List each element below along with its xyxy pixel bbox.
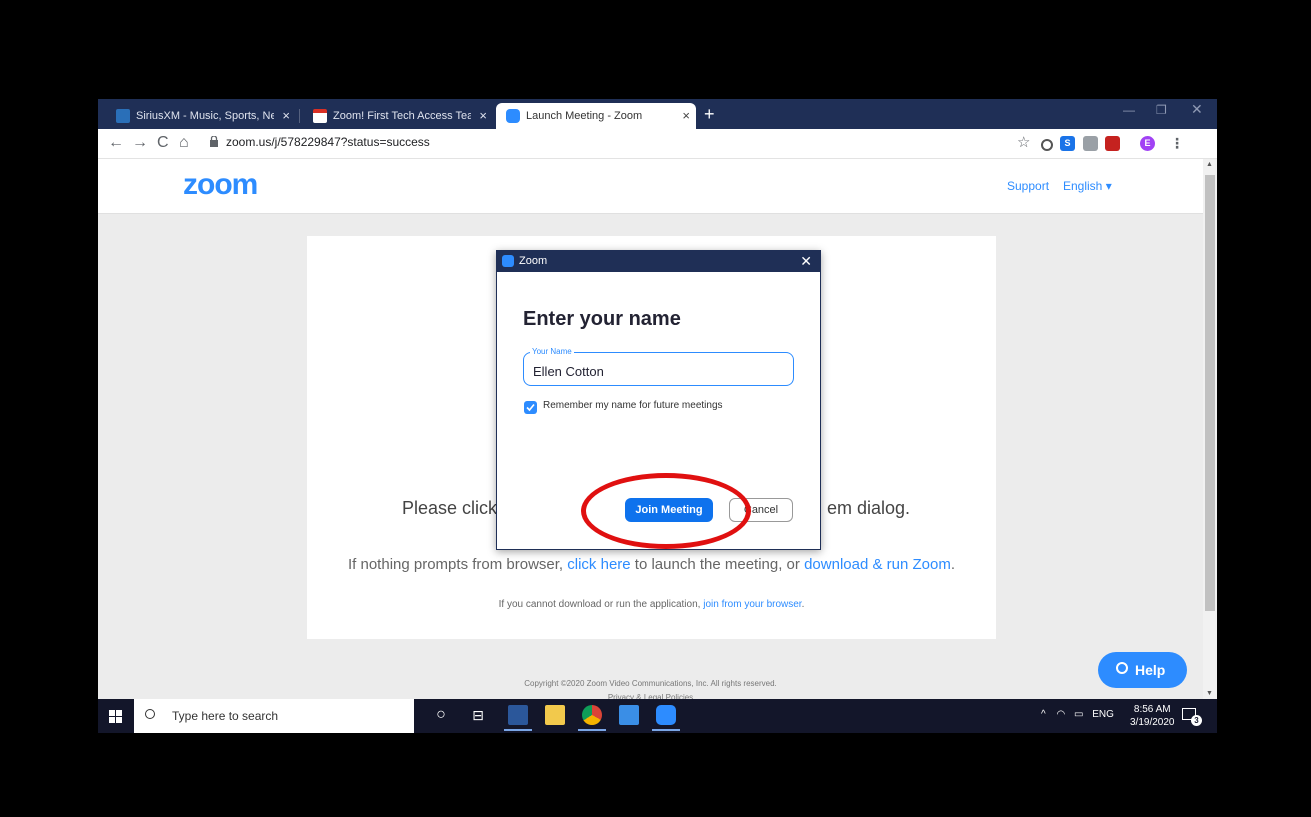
windows-taskbar: Type here to search ○ ⊟ ^ ◠ ▭ ENG 8:56 A… bbox=[98, 699, 1217, 733]
scroll-up-icon[interactable]: ▲ bbox=[1206, 161, 1213, 168]
language-indicator[interactable]: ENG bbox=[1092, 709, 1114, 720]
click-here-link[interactable]: click here bbox=[567, 556, 630, 573]
support-link[interactable]: Support bbox=[1007, 179, 1049, 193]
siriusxm-favicon-icon bbox=[116, 109, 130, 123]
zoom-favicon-icon bbox=[506, 109, 520, 123]
profile-avatar[interactable]: E bbox=[1140, 136, 1155, 151]
remember-name-label: Remember my name for future meetings bbox=[543, 400, 723, 411]
new-tab-button[interactable]: + bbox=[704, 101, 715, 127]
pdf-extension-icon[interactable] bbox=[1105, 136, 1120, 151]
show-hidden-icons-icon[interactable]: ^ bbox=[1041, 709, 1046, 720]
browser-join-text: If you cannot download or run the applic… bbox=[498, 599, 805, 610]
close-tab-icon[interactable]: × bbox=[479, 103, 487, 129]
close-tab-icon[interactable]: × bbox=[282, 103, 290, 129]
task-view-icon[interactable]: ⊟ bbox=[468, 705, 488, 725]
address-bar[interactable]: zoom.us/j/578229847?status=success bbox=[210, 133, 1010, 154]
your-name-input[interactable]: Your Name Ellen Cotton bbox=[523, 347, 794, 386]
app-icon[interactable] bbox=[619, 705, 639, 725]
language-dropdown[interactable]: English ▾ bbox=[1063, 179, 1112, 193]
tab-launch-meeting[interactable]: Launch Meeting - Zoom × bbox=[496, 103, 696, 129]
action-center-icon[interactable]: 3 bbox=[1182, 708, 1202, 726]
browser-tab-strip: SiriusXM - Music, Sports, News × Zoom! F… bbox=[98, 99, 1217, 129]
dialog-title: Zoom bbox=[519, 255, 548, 267]
cast-icon[interactable] bbox=[1083, 136, 1098, 151]
tab-siriusxm[interactable]: SiriusXM - Music, Sports, News × bbox=[106, 103, 296, 129]
zoom-app-icon[interactable] bbox=[652, 705, 680, 731]
extension-s-icon[interactable]: S bbox=[1060, 136, 1075, 151]
your-name-value: Ellen Cotton bbox=[533, 364, 604, 379]
taskbar-clock[interactable]: 8:56 AM 3/19/2020 bbox=[1130, 703, 1175, 729]
home-icon[interactable]: ⌂ bbox=[179, 133, 189, 153]
tab-separator bbox=[299, 109, 300, 123]
notification-count-badge: 3 bbox=[1191, 715, 1202, 726]
page-scrollbar[interactable]: ▲ ▼ bbox=[1203, 159, 1217, 699]
zoom-logo[interactable]: zoom bbox=[183, 168, 258, 202]
forward-arrow-icon[interactable]: → bbox=[132, 133, 148, 153]
tab-gmail[interactable]: Zoom! First Tech Access Team Meeting × bbox=[303, 103, 493, 129]
extension-circle-icon[interactable] bbox=[1041, 139, 1053, 151]
help-button[interactable]: Help bbox=[1098, 652, 1187, 688]
url-text: zoom.us/j/578229847?status=success bbox=[226, 135, 430, 149]
file-explorer-icon[interactable] bbox=[545, 705, 565, 725]
taskbar-search-box[interactable]: Type here to search bbox=[134, 699, 414, 733]
restore-window-icon[interactable]: ❐ bbox=[1156, 103, 1167, 117]
zoom-app-icon bbox=[502, 255, 514, 267]
gmail-favicon-icon bbox=[313, 109, 327, 123]
windows-start-icon[interactable] bbox=[98, 699, 134, 733]
your-name-label: Your Name bbox=[530, 347, 574, 356]
scroll-down-icon[interactable]: ▼ bbox=[1206, 690, 1213, 697]
zoom-header: zoom Support English ▾ bbox=[98, 159, 1203, 214]
remember-name-checkbox[interactable] bbox=[524, 401, 537, 414]
copyright-text: Copyright ©2020 Zoom Video Communication… bbox=[524, 679, 777, 688]
chrome-icon[interactable] bbox=[578, 705, 606, 731]
dialog-heading: Enter your name bbox=[523, 308, 681, 330]
download-run-zoom-link[interactable]: download & run Zoom bbox=[804, 556, 951, 573]
cortana-icon[interactable]: ○ bbox=[431, 705, 451, 725]
word-icon[interactable] bbox=[504, 705, 532, 731]
reload-icon[interactable]: C bbox=[157, 133, 169, 153]
dialog-titlebar: Zoom ✕ bbox=[497, 251, 820, 272]
close-window-icon[interactable]: ✕ bbox=[1191, 101, 1203, 118]
menu-kebab-icon[interactable]: ⋮ bbox=[1170, 133, 1184, 153]
network-icon[interactable]: ◠ bbox=[1056, 709, 1065, 720]
checkmark-icon bbox=[526, 403, 535, 412]
scroll-thumb[interactable] bbox=[1205, 175, 1215, 611]
back-arrow-icon[interactable]: ← bbox=[108, 133, 124, 153]
bookmark-star-icon[interactable]: ☆ bbox=[1017, 133, 1030, 153]
close-icon[interactable]: ✕ bbox=[800, 253, 812, 270]
join-from-browser-link[interactable]: join from your browser bbox=[703, 599, 801, 610]
battery-icon[interactable]: ▭ bbox=[1074, 709, 1083, 720]
lock-icon bbox=[210, 136, 218, 147]
fallback-text: If nothing prompts from browser, click h… bbox=[348, 556, 955, 573]
search-icon bbox=[145, 709, 155, 719]
chat-bubble-icon bbox=[1116, 662, 1128, 674]
close-tab-icon[interactable]: × bbox=[682, 103, 690, 129]
minimize-window-icon[interactable]: — bbox=[1123, 103, 1135, 117]
date-text: 3/19/2020 bbox=[1130, 717, 1175, 728]
time-text: 8:56 AM bbox=[1133, 704, 1171, 715]
highlight-annotation-circle bbox=[581, 473, 751, 549]
browser-toolbar: ← → C ⌂ zoom.us/j/578229847?status=succe… bbox=[98, 129, 1217, 159]
system-tray: ^ ◠ ▭ ENG bbox=[1041, 709, 1114, 720]
